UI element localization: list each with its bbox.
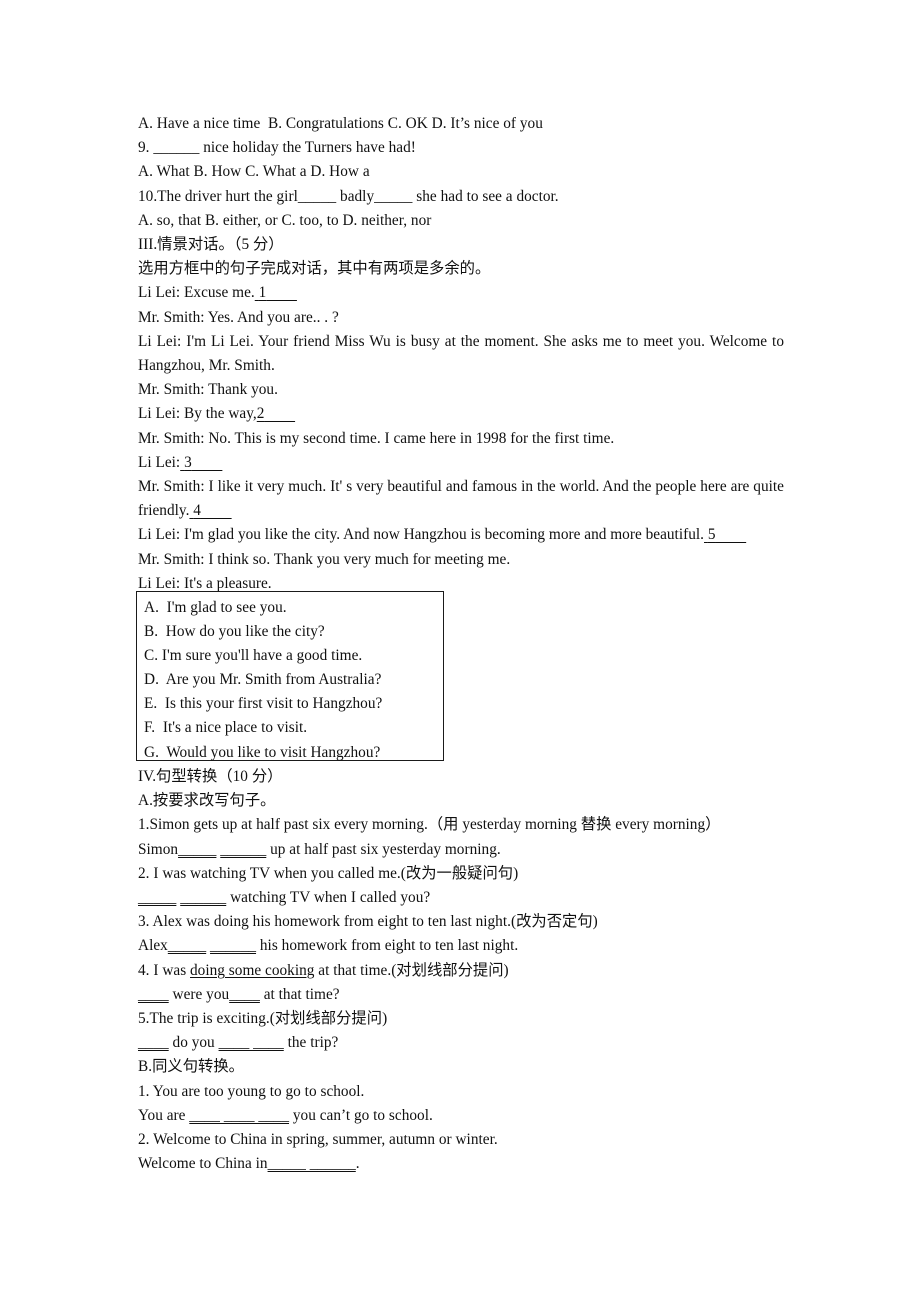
dialogue-text: Mr. Smith: I think so. Thank you very mu… — [138, 550, 511, 568]
option-item: C. I'm sure you'll have a good time. — [144, 647, 363, 665]
answer-blank[interactable]: ____ — [138, 986, 169, 1003]
dialogue-line: Mr. Smith: Yes. And you are.. . ? — [138, 306, 784, 330]
answer-blank[interactable]: ______ — [220, 841, 266, 858]
q10-options: A. so, that B. either, or C. too, to D. … — [138, 211, 432, 229]
part-b-heading: B.同义句转换。 — [138, 1058, 244, 1076]
item-prompt: 5.The trip is exciting.(对划线部分提问) — [138, 1010, 388, 1028]
option-item: A. I'm glad to see you. — [144, 599, 287, 616]
q9-options: A. What B. How C. What a D. How a — [138, 163, 370, 181]
answer-blank[interactable]: ______ — [210, 937, 256, 954]
item-answer: _____ ______ watching TV when I called y… — [138, 889, 431, 907]
dialogue-text: Mr. Smith: I like it very much. It' s ve… — [138, 478, 788, 520]
answer-blank[interactable]: ____ — [138, 1034, 169, 1051]
answer-blank[interactable]: ______ — [180, 889, 226, 906]
dialogue-text: Li Lei: I'm Li Lei. Your friend Miss Wu … — [138, 332, 788, 375]
option-item: E. Is this your first visit to Hangzhou? — [144, 695, 383, 713]
q10-stem: 10.The driver hurt the girl_____ badly__… — [138, 187, 559, 205]
answer-blank[interactable]: 3 — [180, 454, 222, 471]
dialogue-line: Mr. Smith: No. This is my second time. I… — [138, 427, 784, 451]
item-prompt: 1.Simon gets up at half past six every m… — [138, 816, 721, 834]
section-four-heading: IV.句型转换（10 分） — [138, 768, 283, 785]
option-box: A. I'm glad to see you. B. How do you li… — [136, 591, 444, 761]
item-prompt: 2. I was watching TV when you called me.… — [138, 864, 519, 882]
part-a-heading: A.按要求改写句子。 — [138, 792, 276, 810]
dialogue-text: Li Lei: Excuse me. — [138, 284, 255, 302]
section-three-instruction: 选用方框中的句子完成对话，其中有两项是多余的。 — [138, 260, 491, 278]
option-item: B. How do you like the city? — [144, 623, 325, 641]
answer-blank[interactable]: ____ ____ ____ — [189, 1107, 289, 1124]
item-prompt: 3. Alex was doing his homework from eigh… — [138, 913, 598, 931]
option-item: G. Would you like to visit Hangzhou? — [144, 743, 381, 761]
answer-blank[interactable]: _____ — [138, 889, 176, 906]
option-item: F. It's a nice place to visit. — [144, 719, 308, 737]
answer-blank[interactable]: _____ — [168, 937, 206, 954]
item-answer: Welcome to China in_____ ______. — [138, 1155, 360, 1173]
option-item: D. Are you Mr. Smith from Australia? — [144, 671, 382, 689]
answer-blank[interactable]: 2 — [257, 405, 295, 422]
answer-blank[interactable]: ____ ____ — [219, 1034, 284, 1051]
item-prompt: 2. Welcome to China in spring, summer, a… — [138, 1131, 498, 1149]
dialogue-line: Li Lei: Excuse me. 1 — [138, 281, 784, 305]
q8-options: A. Have a nice time B. Congratulations C… — [138, 115, 543, 132]
dialogue-line: Li Lei: I'm glad you like the city. And … — [138, 523, 784, 547]
dialogue-text: Li Lei: It's a pleasure. — [138, 574, 272, 592]
dialogue-line: Mr. Smith: I think so. Thank you very mu… — [138, 548, 784, 572]
dialogue-text: Mr. Smith: Yes. And you are.. . ? — [138, 308, 339, 326]
dialogue-line: Li Lei: By the way,2 — [138, 402, 784, 426]
item-answer: ____ do you ____ ____ the trip? — [138, 1034, 339, 1052]
item-answer: Simon_____ ______ up at half past six ye… — [138, 840, 501, 858]
answer-blank[interactable]: 4 — [189, 502, 231, 519]
dialogue-text: Mr. Smith: No. This is my second time. I… — [138, 429, 615, 447]
q9-stem: 9. ______ nice holiday the Turners have … — [138, 139, 416, 157]
dialogue-list: Li Lei: Excuse me. 1 Mr. Smith: Yes. And… — [138, 281, 784, 596]
underlined-phrase: doing some cooking — [190, 961, 315, 979]
dialogue-line: Mr. Smith: Thank you. — [138, 378, 784, 402]
document-page: A. Have a nice time B. Congratulations C… — [0, 0, 920, 1302]
answer-blank[interactable]: _____ ______ — [268, 1155, 356, 1172]
dialogue-line: Mr. Smith: I like it very much. It' s ve… — [138, 475, 784, 523]
dialogue-line: Li Lei: I'm Li Lei. Your friend Miss Wu … — [138, 330, 784, 378]
answer-blank[interactable]: 1 — [255, 284, 297, 301]
answer-blank[interactable]: ____ — [229, 986, 260, 1003]
dialogue-text: Li Lei: — [138, 453, 181, 471]
item-prompt: 4. I was doing some cooking at that time… — [138, 961, 509, 979]
item-prompt: 1. You are too young to go to school. — [138, 1082, 365, 1100]
section-three-heading: III.情景对话。（5 分） — [138, 236, 284, 254]
dialogue-text: Li Lei: I'm glad you like the city. And … — [138, 526, 704, 544]
document-body: A. Have a nice time B. Congratulations C… — [138, 112, 784, 596]
item-answer: Alex_____ ______ his homework from eight… — [138, 937, 519, 955]
dialogue-line: Li Lei: 3 — [138, 451, 784, 475]
section-four: IV.句型转换（10 分） A.按要求改写句子。 1.Simon gets up… — [138, 765, 818, 1176]
item-answer: ____ were you____ at that time? — [138, 985, 340, 1003]
answer-blank[interactable]: 5 — [704, 526, 746, 543]
dialogue-text: Mr. Smith: Thank you. — [138, 381, 278, 399]
dialogue-text: Li Lei: By the way, — [138, 405, 257, 423]
item-answer: You are ____ ____ ____ you can’t go to s… — [138, 1106, 433, 1124]
answer-blank[interactable]: _____ — [178, 841, 216, 858]
